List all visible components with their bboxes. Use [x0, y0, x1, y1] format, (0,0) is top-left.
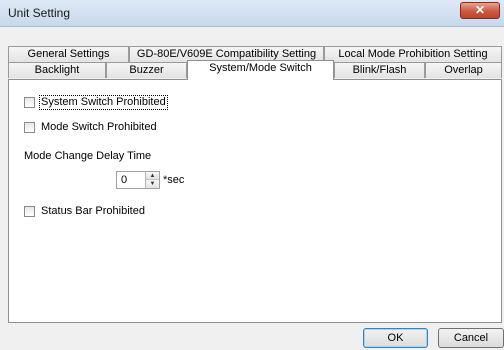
tab-local-mode-prohibition[interactable]: Local Mode Prohibition Setting — [324, 46, 502, 62]
mode-switch-checkbox[interactable] — [24, 121, 35, 133]
tab-panel — [8, 79, 502, 323]
status-bar-checkbox[interactable] — [24, 205, 35, 217]
status-bar-label[interactable]: Status Bar Prohibited — [40, 205, 146, 218]
cancel-button[interactable]: Cancel — [438, 328, 504, 348]
tab-system-mode-switch[interactable]: System/Mode Switch — [187, 60, 334, 80]
spinner-buttons: ▲ ▼ — [145, 172, 159, 188]
delay-time-value[interactable]: 0 — [121, 174, 127, 186]
mode-switch-label[interactable]: Mode Switch Prohibited — [40, 121, 158, 134]
tab-blink-flash[interactable]: Blink/Flash — [334, 62, 425, 78]
delay-time-spinner[interactable]: 0 ▲ ▼ — [116, 171, 160, 189]
unit-setting-dialog: Unit Setting ✕ General Settings GD-80E/V… — [0, 0, 504, 350]
tab-general-settings[interactable]: General Settings — [8, 46, 129, 62]
delay-time-label: Mode Change Delay Time — [24, 150, 152, 162]
window-title: Unit Setting — [8, 6, 71, 20]
tab-backlight[interactable]: Backlight — [8, 62, 106, 78]
close-icon: ✕ — [474, 3, 486, 17]
system-switch-checkbox[interactable] — [24, 96, 35, 108]
status-bar-option[interactable]: Status Bar Prohibited — [24, 203, 146, 219]
title-bar[interactable]: Unit Setting ✕ — [0, 0, 504, 27]
system-switch-option[interactable]: System Switch Prohibited — [24, 94, 168, 110]
mode-switch-option[interactable]: Mode Switch Prohibited — [24, 119, 158, 135]
delay-unit-label: *sec — [163, 174, 185, 186]
tab-buzzer[interactable]: Buzzer — [106, 62, 187, 78]
ok-button[interactable]: OK — [363, 328, 428, 348]
tab-overlap[interactable]: Overlap — [425, 62, 502, 78]
spin-up-icon[interactable]: ▲ — [146, 172, 159, 180]
system-switch-label[interactable]: System Switch Prohibited — [39, 94, 168, 110]
close-button[interactable]: ✕ — [460, 2, 500, 19]
spin-down-icon[interactable]: ▼ — [146, 180, 159, 188]
